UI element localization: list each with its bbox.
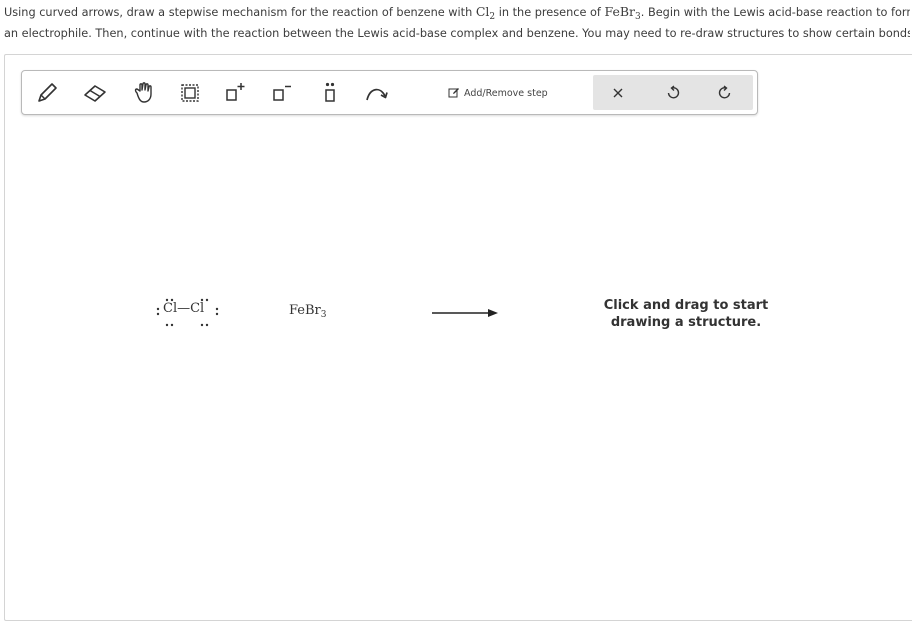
reaction-arrow[interactable] [432, 307, 502, 319]
iron-bromide-molecule[interactable]: FeBr3 [289, 303, 327, 320]
negative-charge-icon[interactable] [267, 78, 297, 108]
edit-icon [448, 88, 459, 98]
redo-button[interactable] [705, 77, 745, 108]
curved-arrow-icon[interactable] [362, 78, 392, 108]
febr3-formula: FeBr3 [604, 4, 641, 22]
redo-icon [718, 84, 731, 98]
drawing-canvas[interactable] [4, 54, 912, 621]
question-line-1: Using curved arrows, draw a stepwise mec… [4, 4, 910, 22]
eraser-icon[interactable] [80, 78, 110, 108]
question-line-2: an electrophile. Then, continue with the… [4, 27, 910, 40]
lone-pair-icon[interactable] [315, 78, 345, 108]
undo-button[interactable] [653, 77, 693, 108]
chlorine-atom-right: Cl [190, 301, 205, 316]
drawing-hint: Click and drag to start drawing a struct… [603, 298, 769, 330]
cl2-formula: Cl2 [475, 4, 496, 22]
selection-icon[interactable] [175, 78, 205, 108]
question-text: Using curved arrows, draw a stepwise mec… [4, 1, 910, 44]
undo-icon [667, 84, 680, 98]
add-remove-step-button[interactable]: Add/Remove step [448, 83, 548, 103]
add-remove-step-label: Add/Remove step [464, 87, 548, 99]
cl-cl-bond: — [177, 301, 191, 316]
chlorine-molecule[interactable]: Cl—Cl [156, 298, 219, 327]
drawing-toolbar: Add/Remove step [21, 70, 758, 115]
hand-icon[interactable] [129, 78, 159, 108]
positive-charge-icon[interactable] [220, 78, 250, 108]
close-icon [613, 88, 623, 97]
pencil-icon[interactable] [32, 78, 62, 108]
chlorine-atom-left: Cl [163, 301, 178, 316]
action-button-group [593, 75, 753, 110]
close-button[interactable] [598, 77, 638, 108]
